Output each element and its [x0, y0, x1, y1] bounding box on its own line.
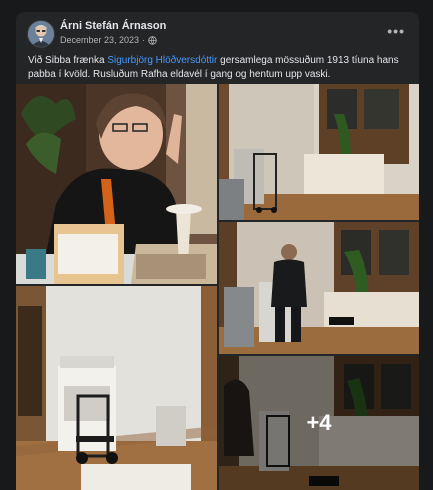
post-meta: December 23, 2023 · — [60, 35, 157, 45]
post-header: Árni Stefán Árnason December 23, 2023 · … — [16, 12, 419, 58]
photo-3[interactable] — [16, 286, 217, 490]
photo-1[interactable] — [16, 84, 217, 284]
mention-link[interactable]: Sigurbjörg Hlöðversdóttir — [107, 55, 217, 66]
post-date[interactable]: December 23, 2023 — [60, 35, 139, 45]
photo-4[interactable] — [219, 222, 419, 354]
photo-5-more[interactable]: +4 — [219, 356, 419, 490]
more-options-icon[interactable]: ••• — [387, 23, 405, 39]
author-name[interactable]: Árni Stefán Árnason — [60, 20, 166, 32]
meta-separator: · — [142, 35, 146, 45]
more-photos-count: +4 — [306, 410, 332, 435]
more-photos-overlay[interactable]: +4 — [219, 356, 419, 490]
post-text: Við Sibba frænka Sigurbjörg Hlöðversdótt… — [28, 54, 408, 81]
post-card: Árni Stefán Árnason December 23, 2023 · … — [16, 12, 419, 490]
post-text-start: Við Sibba frænka — [28, 55, 108, 66]
globe-icon[interactable] — [148, 35, 157, 45]
avatar-portrait-icon — [28, 21, 54, 47]
author-avatar[interactable] — [27, 20, 55, 48]
photo-2[interactable] — [219, 84, 419, 220]
